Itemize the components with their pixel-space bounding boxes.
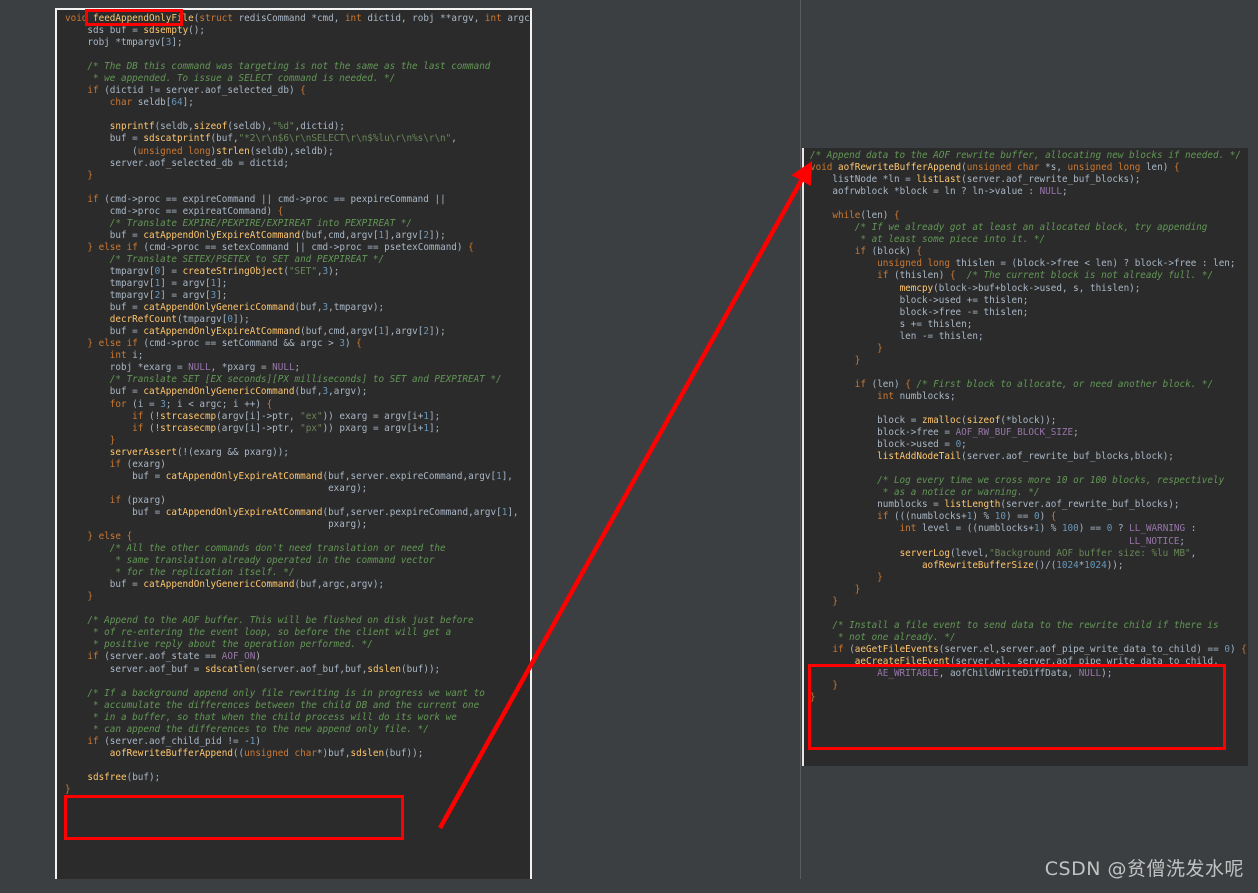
right-code-panel[interactable]: /* Append data to the AOF rewrite buffer… xyxy=(802,148,1248,766)
bottom-background-strip xyxy=(0,879,1258,893)
right-code-text: /* Append data to the AOF rewrite buffer… xyxy=(810,150,1247,704)
left-code-panel[interactable]: void feedAppendOnlyFile(struct redisComm… xyxy=(55,8,532,880)
left-code-text: void feedAppendOnlyFile(struct redisComm… xyxy=(65,13,530,795)
csdn-watermark: CSDN @贫僧洗发水呢 xyxy=(1044,858,1244,880)
panel-divider xyxy=(800,0,801,893)
